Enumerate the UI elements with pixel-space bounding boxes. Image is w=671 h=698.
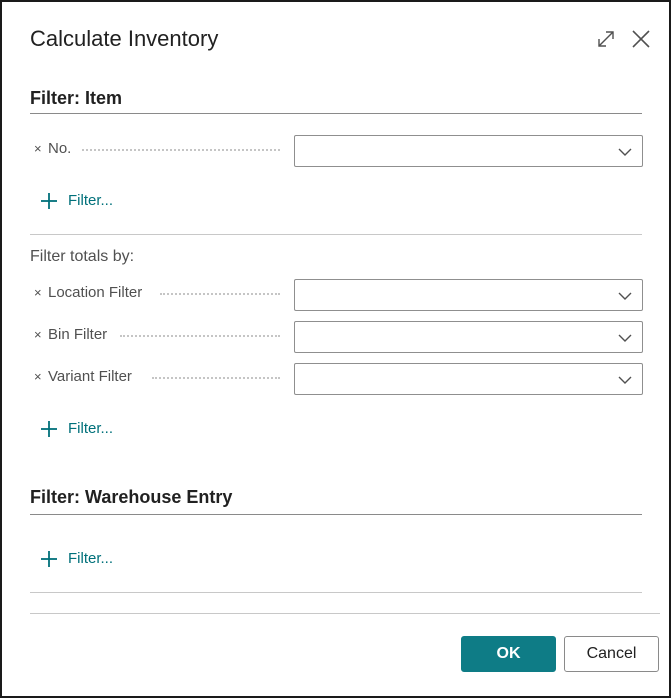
footer-divider xyxy=(30,613,660,614)
dialog: Calculate Inventory Filter: Item × No. F… xyxy=(0,0,671,698)
section-title-warehouse-entry: Filter: Warehouse Entry xyxy=(30,487,233,507)
remove-filter-variant-icon[interactable]: × xyxy=(34,369,42,384)
field-row-variant: × Variant Filter xyxy=(34,363,644,395)
chevron-down-icon xyxy=(618,148,632,156)
totals-heading: Filter totals by: xyxy=(30,248,135,265)
section-divider xyxy=(30,592,642,593)
variant-filter-select[interactable] xyxy=(294,363,643,395)
section-title-item: Filter: Item xyxy=(30,88,123,108)
field-label-no: No. xyxy=(48,140,72,157)
section-divider xyxy=(30,514,642,515)
field-row-no: × No. xyxy=(34,135,644,167)
bin-filter-select[interactable] xyxy=(294,321,643,353)
ok-button[interactable]: OK xyxy=(461,636,556,672)
plus-icon xyxy=(41,421,57,437)
leader-dots xyxy=(82,149,280,151)
close-icon[interactable] xyxy=(631,29,651,49)
chevron-down-icon xyxy=(618,376,632,384)
leader-dots xyxy=(160,293,280,295)
leader-dots xyxy=(120,335,280,337)
add-filter-label: Filter... xyxy=(68,550,114,567)
plus-icon xyxy=(41,551,57,567)
remove-filter-location-icon[interactable]: × xyxy=(34,285,42,300)
chevron-down-icon xyxy=(618,334,632,342)
remove-filter-no-icon[interactable]: × xyxy=(34,141,42,156)
add-filter-label: Filter... xyxy=(68,192,114,209)
section-divider xyxy=(30,234,642,235)
no-filter-select[interactable] xyxy=(294,135,643,167)
field-label-bin: Bin Filter xyxy=(48,326,108,343)
field-label-variant: Variant Filter xyxy=(48,368,132,385)
dialog-title: Calculate Inventory xyxy=(30,26,219,51)
plus-icon xyxy=(41,193,57,209)
location-filter-select[interactable] xyxy=(294,279,643,311)
field-row-location: × Location Filter xyxy=(34,279,644,311)
remove-filter-bin-icon[interactable]: × xyxy=(34,327,42,342)
chevron-down-icon xyxy=(618,292,632,300)
section-divider xyxy=(30,113,642,114)
leader-dots xyxy=(152,377,280,379)
expand-icon[interactable] xyxy=(596,29,616,49)
field-label-location: Location Filter xyxy=(48,284,143,301)
add-filter-label: Filter... xyxy=(68,420,114,437)
cancel-button[interactable]: Cancel xyxy=(564,636,659,672)
field-row-bin: × Bin Filter xyxy=(34,321,644,353)
